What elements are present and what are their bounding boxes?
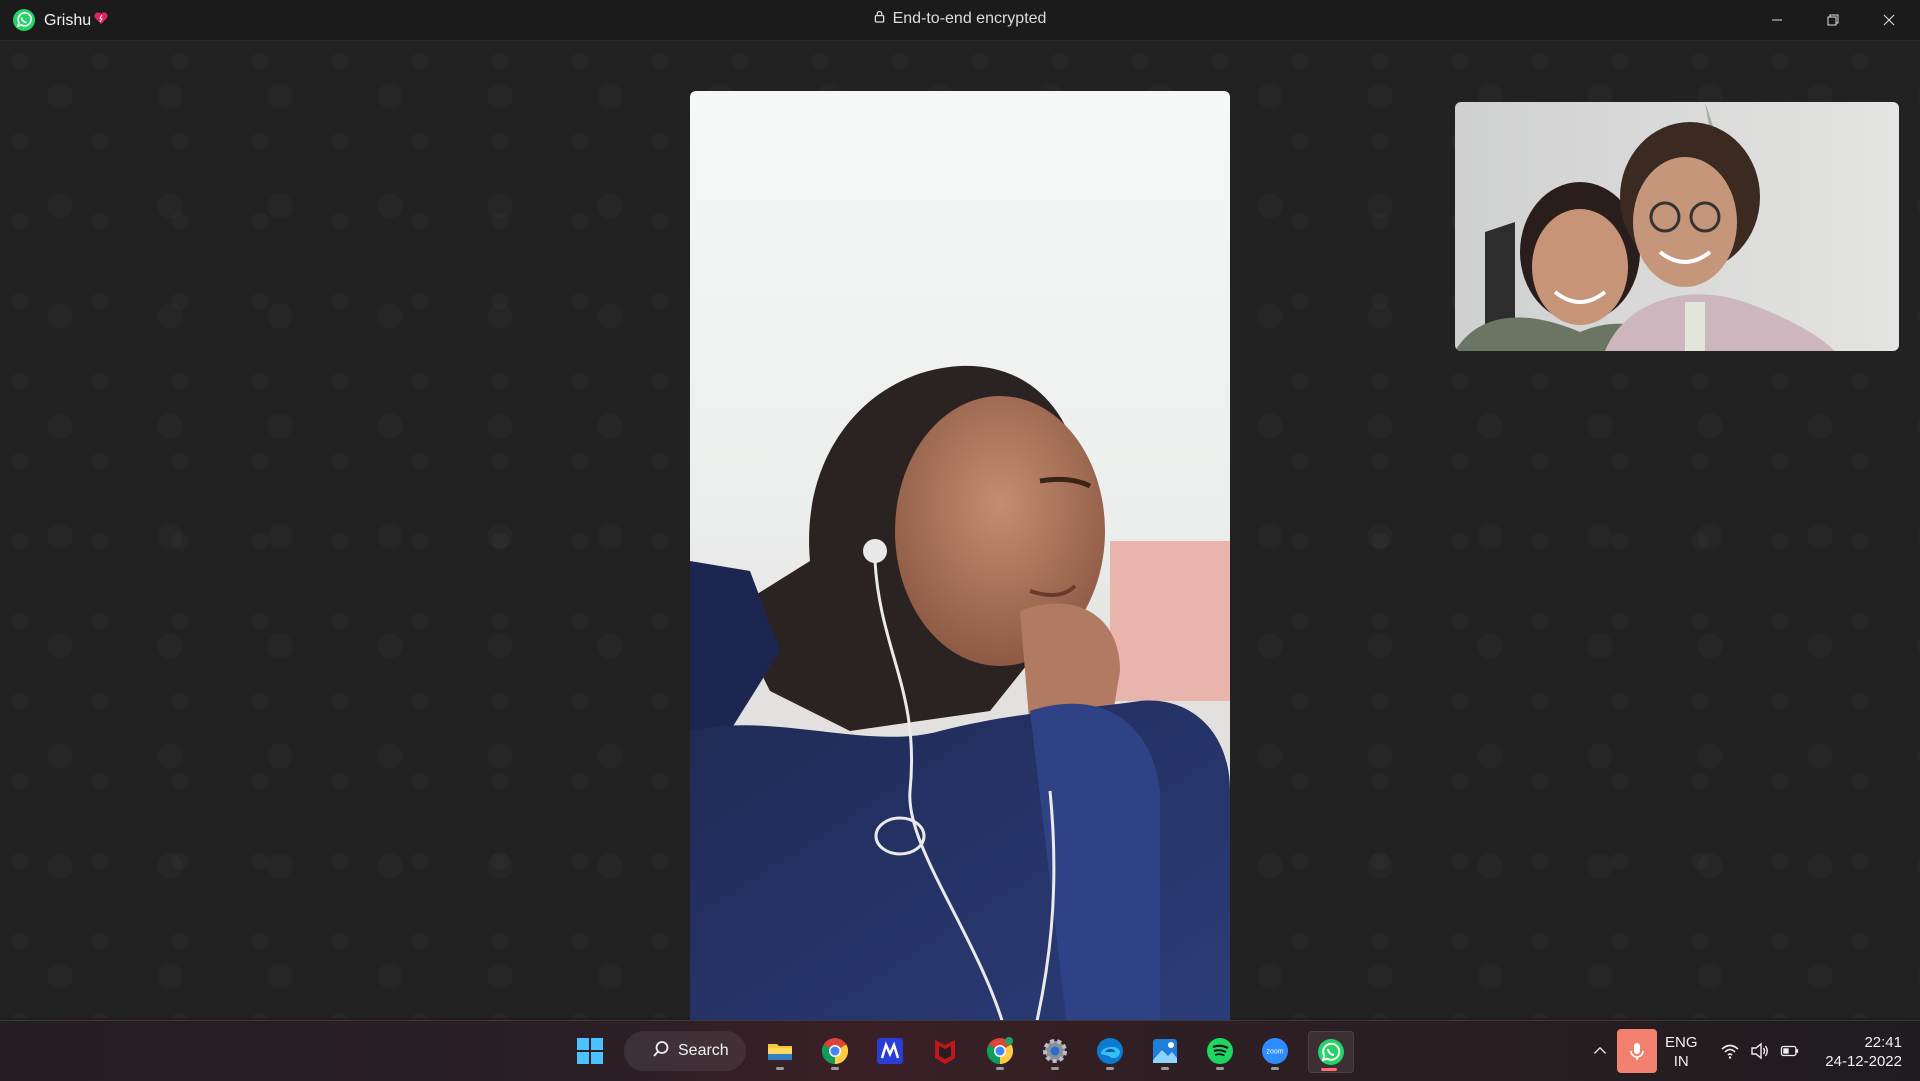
speaker-icon [1751, 1042, 1768, 1060]
zoom-icon: zoom [1262, 1038, 1288, 1064]
running-indicator [831, 1067, 839, 1070]
encryption-status: End-to-end encrypted [0, 10, 1920, 28]
running-indicator [1216, 1067, 1224, 1070]
lock-icon [874, 10, 885, 28]
whatsapp-logo-icon [12, 8, 36, 32]
windows-start-icon [577, 1038, 603, 1064]
taskbar-zoom[interactable]: zoom [1255, 1031, 1295, 1071]
running-indicator [1271, 1067, 1279, 1070]
gear-icon [1043, 1039, 1067, 1063]
taskbar-settings[interactable] [1035, 1031, 1075, 1071]
battery-status[interactable] [1770, 1031, 1810, 1071]
call-area [0, 41, 1920, 1051]
language-code: ENG [1665, 1034, 1698, 1051]
show-hidden-icons-button[interactable] [1580, 1031, 1620, 1071]
wifi-icon [1721, 1044, 1739, 1059]
restore-icon [1827, 14, 1839, 26]
clock-date: 24-12-2022 [1825, 1053, 1902, 1070]
contact-name: Grishu [44, 11, 92, 29]
taskbar-mcafee[interactable] [925, 1031, 965, 1071]
m-app-icon [877, 1038, 903, 1064]
microphone-in-use-button[interactable] [1617, 1029, 1657, 1073]
taskbar-photos[interactable] [1145, 1031, 1185, 1071]
contact-title: Grishu [44, 10, 109, 31]
mcafee-icon [935, 1040, 955, 1064]
microphone-icon [1630, 1043, 1644, 1060]
chevron-up-icon [1593, 1046, 1607, 1054]
encryption-text: End-to-end encrypted [892, 10, 1047, 27]
remote-video-feed[interactable] [690, 91, 1230, 1051]
spotify-icon [1207, 1038, 1233, 1064]
clock-time: 22:41 [1864, 1034, 1902, 1051]
running-indicator [776, 1067, 784, 1070]
zoom-label: zoom [1266, 1049, 1283, 1056]
close-icon [1883, 14, 1895, 26]
search-label: Search [678, 1042, 729, 1059]
remote-video-image [690, 91, 1230, 1051]
search-icon [652, 1040, 670, 1063]
folder-icon [768, 1044, 792, 1060]
running-indicator [1106, 1067, 1114, 1070]
language-indicator[interactable]: ENG IN [1665, 1033, 1698, 1071]
taskbar-m-app[interactable] [870, 1031, 910, 1071]
taskbar-whatsapp[interactable] [1308, 1031, 1354, 1073]
taskbar: Search zoom ENG IN 22:41 24-12-2022 [0, 1020, 1920, 1081]
edge-icon [1097, 1038, 1123, 1064]
running-indicator [1161, 1067, 1169, 1070]
close-button[interactable] [1861, 0, 1917, 40]
taskbar-edge[interactable] [1090, 1031, 1130, 1071]
taskbar-chrome-profile[interactable] [980, 1031, 1020, 1071]
taskbar-search[interactable]: Search [624, 1031, 746, 1071]
self-view-video[interactable] [1455, 102, 1899, 351]
running-indicator [996, 1067, 1004, 1070]
whatsapp-icon [1318, 1039, 1344, 1065]
running-indicator [1051, 1067, 1059, 1070]
battery-icon [1780, 1045, 1799, 1057]
taskbar-chrome[interactable] [815, 1031, 855, 1071]
heart-emoji-icon [93, 10, 109, 31]
minimize-icon [1772, 19, 1782, 21]
taskbar-file-explorer[interactable] [760, 1031, 800, 1071]
title-bar: Grishu End-to-end encrypted [0, 0, 1920, 41]
active-indicator [1321, 1068, 1337, 1071]
restore-button[interactable] [1805, 0, 1861, 40]
taskbar-spotify[interactable] [1200, 1031, 1240, 1071]
clock[interactable]: 22:41 24-12-2022 [1812, 1033, 1902, 1071]
chrome-icon [986, 1037, 1014, 1065]
photos-icon [1153, 1039, 1177, 1063]
chrome-icon [821, 1038, 849, 1065]
minimize-button[interactable] [1749, 0, 1805, 40]
self-view-image [1455, 102, 1899, 351]
region-code: IN [1673, 1053, 1689, 1070]
start-button[interactable] [570, 1031, 610, 1071]
